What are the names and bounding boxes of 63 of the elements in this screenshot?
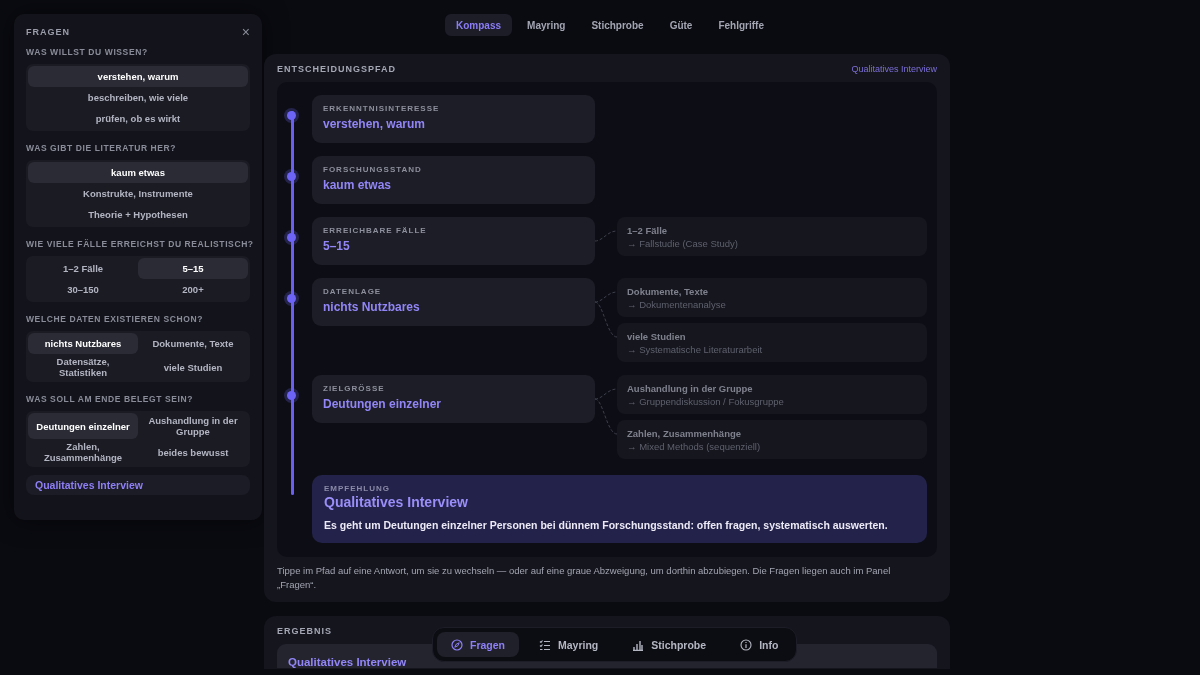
step-card[interactable]: DATENLAGE nichts Nutzbares bbox=[312, 278, 595, 326]
step-card[interactable]: ZIELGRÖSSE Deutungen einzelner bbox=[312, 375, 595, 423]
question-heading: WAS GIBT DIE LITERATUR HER? bbox=[26, 143, 177, 153]
question-heading: WELCHE DATEN EXISTIEREN SCHON? bbox=[26, 314, 203, 324]
branch-option[interactable]: Zahlen, Zusammenhänge → Mixed Methods (sequenziell) bbox=[617, 420, 927, 459]
nav-button[interactable]: Stichprobe bbox=[618, 632, 721, 657]
answer-option[interactable]: beides bewusst bbox=[138, 439, 248, 465]
answer-option[interactable]: Dokumente, Texte bbox=[138, 333, 248, 354]
answer-option[interactable]: kaum etwas bbox=[28, 162, 248, 183]
timeline-dot bbox=[287, 294, 296, 303]
hint-text: Tippe im Pfad auf eine Antwort, um sie zu wechseln — oder auf eine graue Abzweigung, um dorthin abzubiegen. Die Fragen liegen auch im Panel „Fragen“. bbox=[277, 564, 892, 592]
answer-option[interactable]: Datensätze, Statistiken bbox=[28, 354, 138, 380]
question-heading: WAS SOLL AM ENDE BELEGT SEIN? bbox=[26, 394, 194, 404]
answer-option[interactable]: viele Studien bbox=[138, 354, 248, 380]
panel-title: FRAGEN bbox=[26, 27, 70, 37]
step-card[interactable]: FORSCHUNGSSTAND kaum etwas bbox=[312, 156, 595, 204]
recommendation-label: EMPFEHLUNG bbox=[324, 484, 391, 493]
answer-option[interactable]: 30–150 bbox=[28, 279, 138, 300]
answer-option[interactable]: 1–2 Fälle bbox=[28, 258, 138, 279]
question-heading: WAS WILLST DU WISSEN? bbox=[26, 47, 148, 57]
branch-option[interactable]: 1–2 Fälle → Fallstudie (Case Study) bbox=[617, 217, 927, 256]
answer-option[interactable]: Konstrukte, Instrumente bbox=[28, 183, 248, 204]
nav-button[interactable]: Info bbox=[726, 632, 793, 657]
section-title: ERGEBNIS bbox=[277, 626, 333, 636]
answer-option[interactable]: Theorie + Hypothesen bbox=[28, 204, 248, 225]
nav-tab[interactable]: Güte bbox=[658, 14, 704, 36]
timeline-dot bbox=[287, 233, 296, 242]
result-title: Qualitatives Interview bbox=[288, 656, 407, 668]
question-heading: WIE VIELE FÄLLE ERREICHST DU REALISTISCH? bbox=[26, 239, 254, 249]
nav-button[interactable]: Fragen bbox=[437, 632, 519, 657]
step-card[interactable]: ERKENNTNISINTERESSE verstehen, warum bbox=[312, 95, 595, 143]
answer-option[interactable]: 200+ bbox=[138, 279, 248, 300]
section-title: ENTSCHEIDUNGSPFAD bbox=[277, 64, 396, 74]
timeline-dot bbox=[287, 172, 296, 181]
bar-chart-icon bbox=[632, 638, 645, 651]
answer-option[interactable]: prüfen, ob es wirkt bbox=[28, 108, 248, 129]
recommendation-title: Qualitatives Interview bbox=[324, 494, 469, 510]
nav-tab[interactable]: Fehlgriffe bbox=[707, 14, 775, 36]
answer-option[interactable]: nichts Nutzbares bbox=[28, 333, 138, 354]
result-label: Qualitatives Interview bbox=[851, 64, 937, 74]
step-card[interactable]: ERREICHBARE FÄLLE 5–15 bbox=[312, 217, 595, 265]
branch-option[interactable]: Aushandlung in der Gruppe → Gruppendiskussion / Fokusgruppe bbox=[617, 375, 927, 414]
nav-tab[interactable]: Mayring bbox=[516, 14, 577, 36]
answer-option[interactable]: verstehen, warum bbox=[28, 66, 248, 87]
answer-option[interactable]: Zahlen, Zusammenhänge bbox=[28, 439, 138, 465]
compass-icon bbox=[451, 638, 463, 651]
timeline-dot bbox=[287, 111, 296, 120]
close-button[interactable]: × bbox=[241, 26, 250, 38]
info-icon bbox=[740, 638, 753, 651]
answer-option[interactable]: Aushandlung in der Gruppe bbox=[138, 413, 248, 439]
branch-connector bbox=[594, 230, 618, 242]
answer-option[interactable]: Deutungen einzelner bbox=[28, 413, 138, 439]
nav-tab[interactable]: Stichprobe bbox=[580, 14, 655, 36]
answer-option[interactable]: 5–15 bbox=[138, 258, 248, 279]
timeline-dot bbox=[287, 391, 296, 400]
nav-tab[interactable]: Kompass bbox=[445, 14, 513, 36]
branch-option[interactable]: Dokumente, Texte → Dokumentenanalyse bbox=[617, 278, 927, 317]
answer-option[interactable]: beschreiben, wie viele bbox=[28, 87, 248, 108]
result-label: Qualitatives Interview bbox=[26, 475, 250, 495]
nav-button[interactable]: Mayring bbox=[525, 632, 613, 657]
recommendation-text: Es geht um Deutungen einzelner Personen bei dünnem Forschungsstand: offen fragen, systematisch auswerten. bbox=[324, 519, 889, 531]
branch-option[interactable]: viele Studien → Systematische Literaturarbeit bbox=[617, 323, 927, 362]
checklist-icon bbox=[539, 638, 551, 651]
